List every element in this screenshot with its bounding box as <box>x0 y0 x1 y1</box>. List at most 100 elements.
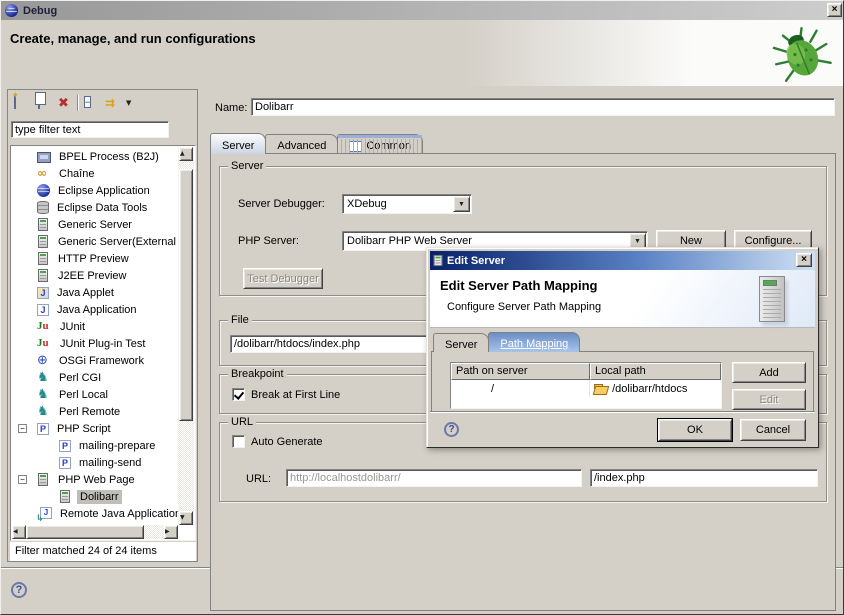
editor-tabs: Server Advanced Common <box>210 133 422 154</box>
horizontal-scrollbar-thumb[interactable] <box>26 525 144 539</box>
tree-item-generic-server[interactable]: Generic Server <box>11 216 178 233</box>
add-mapping-button[interactable]: Add <box>732 362 806 383</box>
tree-item-label: JUnit Plug-in Test <box>57 337 148 351</box>
chevron-down-icon[interactable]: ▼ <box>453 196 470 212</box>
url-path-input[interactable] <box>590 469 818 487</box>
help-icon[interactable]: ? <box>444 422 459 437</box>
tree-item-mailing-prepare[interactable]: mailing-prepare <box>11 437 178 454</box>
scroll-up-icon[interactable]: ▲ <box>179 147 193 161</box>
edit-server-tabs: Server Path Mapping <box>433 332 579 352</box>
base-url-input[interactable] <box>286 469 582 487</box>
tab-server[interactable]: Server <box>210 133 266 154</box>
scroll-left-icon[interactable]: ◀ <box>12 525 26 539</box>
tree-item-remote-java-application[interactable]: Remote Java Application <box>11 505 178 522</box>
name-input[interactable] <box>251 98 835 116</box>
break-first-line-checkbox[interactable] <box>232 388 245 401</box>
test-debugger-button[interactable]: Test Debugger <box>243 268 323 289</box>
tree-item-label: Perl Local <box>56 388 111 402</box>
path-mapping-row[interactable]: //dolibarr/htdocs <box>451 380 721 397</box>
tree-item-eclipse-data-tools[interactable]: Eclipse Data Tools <box>11 199 178 216</box>
tab-common[interactable]: Common <box>337 134 423 154</box>
perl-icon <box>37 405 51 418</box>
tree-item-label: mailing-prepare <box>76 439 158 453</box>
tab-server-settings[interactable]: Server <box>433 333 489 352</box>
junit-icon <box>37 320 52 333</box>
duplicate-icon[interactable] <box>35 96 50 111</box>
vertical-scrollbar-thumb[interactable] <box>179 169 193 421</box>
tree-item-perl-remote[interactable]: Perl Remote <box>11 403 178 420</box>
menu-dropdown-icon[interactable]: ▼ <box>126 96 141 111</box>
server-icon <box>38 269 48 282</box>
tree-item-java-application[interactable]: Java Application <box>11 301 178 318</box>
tree-item-cha-ne[interactable]: Chaîne <box>11 165 178 182</box>
cancel-button[interactable]: Cancel <box>740 419 806 441</box>
vertical-scrollbar[interactable]: ▲ ▼ <box>178 147 194 525</box>
server-debugger-label: Server Debugger: <box>238 198 325 210</box>
table-icon <box>349 141 362 152</box>
tree-item-label: Dolibarr <box>77 490 122 504</box>
help-icon[interactable]: ? <box>11 582 27 598</box>
column-path-on-server[interactable]: Path on server <box>451 363 590 380</box>
php-icon <box>59 457 71 469</box>
new-config-icon[interactable] <box>14 96 29 111</box>
delete-icon[interactable]: ✖ <box>56 96 71 111</box>
tree-item-perl-cgi[interactable]: Perl CGI <box>11 369 178 386</box>
configurations-sidebar: ✖ − ⇉ ▼ BPEL Process (B2J)ChaîneEclipse … <box>7 89 198 562</box>
name-label: Name: <box>215 102 247 114</box>
php-icon <box>37 423 49 435</box>
tree-item-osgi-framework[interactable]: OSGi Framework <box>11 352 178 369</box>
type-filter-input[interactable] <box>11 121 169 138</box>
tree-item-php-script[interactable]: −PHP Script <box>11 420 178 437</box>
tree-item-mailing-send[interactable]: mailing-send <box>11 454 178 471</box>
horizontal-scrollbar[interactable]: ◀ ▶ <box>12 525 178 539</box>
page-title: Create, manage, and run configurations <box>10 31 256 46</box>
edit-mapping-button[interactable]: Edit <box>732 389 806 410</box>
server-icon <box>38 218 48 231</box>
tree-item-http-preview[interactable]: HTTP Preview <box>11 250 178 267</box>
collapse-expander-icon[interactable]: − <box>18 475 27 484</box>
java-icon <box>37 304 49 316</box>
collapse-expander-icon[interactable]: − <box>18 424 27 433</box>
sidebar-toolbar: ✖ − ⇉ ▼ <box>10 91 141 115</box>
filter-icon[interactable]: ⇉ <box>105 96 120 111</box>
junit-icon <box>37 337 52 350</box>
tree-item-label: Perl Remote <box>56 405 123 419</box>
tree-item-j2ee-preview[interactable]: J2EE Preview <box>11 267 178 284</box>
tree-item-label: BPEL Process (B2J) <box>56 150 162 164</box>
eclipse-logo-icon <box>5 4 18 17</box>
tree-item-junit-plug-in-test[interactable]: JUnit Plug-in Test <box>11 335 178 352</box>
tree-item-dolibarr[interactable]: Dolibarr <box>11 488 178 505</box>
window-titlebar[interactable]: Debug × <box>1 1 844 20</box>
scroll-right-icon[interactable]: ▶ <box>164 525 178 539</box>
server-debugger-select[interactable]: XDebug ▼ <box>342 194 472 214</box>
scroll-down-icon[interactable]: ▼ <box>179 511 193 525</box>
folder-icon <box>594 384 608 394</box>
tab-path-mapping[interactable]: Path Mapping <box>488 332 580 352</box>
tree-item-generic-server-external-la[interactable]: Generic Server(External La <box>11 233 178 250</box>
column-local-path[interactable]: Local path <box>590 363 721 380</box>
tree-item-java-applet[interactable]: Java Applet <box>11 284 178 301</box>
tab-advanced[interactable]: Advanced <box>265 134 338 154</box>
tree-item-label: Eclipse Data Tools <box>54 201 150 215</box>
tree-item-bpel-process-b2j[interactable]: BPEL Process (B2J) <box>11 148 178 165</box>
tree-item-label: JUnit <box>57 320 88 334</box>
tree-item-label: Chaîne <box>56 167 97 181</box>
tree-item-label: mailing-send <box>76 456 144 470</box>
tree-item-label: OSGi Framework <box>56 354 147 368</box>
break-first-line-label: Break at First Line <box>251 389 340 401</box>
perl-icon <box>37 388 51 401</box>
tree-item-eclipse-application[interactable]: Eclipse Application <box>11 182 178 199</box>
path-on-server-cell: / <box>451 380 590 397</box>
bpel-icon <box>37 152 51 163</box>
tree-item-perl-local[interactable]: Perl Local <box>11 386 178 403</box>
tree-item-junit[interactable]: JUnit <box>11 318 178 335</box>
close-dialog-button[interactable]: × <box>796 253 812 267</box>
filter-status: Filter matched 24 of 24 items <box>10 542 196 561</box>
path-mapping-table[interactable]: Path on server Local path //dolibarr/htd… <box>450 362 722 409</box>
auto-generate-checkbox[interactable] <box>232 435 245 448</box>
close-window-button[interactable]: × <box>827 3 842 17</box>
edit-server-titlebar[interactable]: Edit Server × <box>430 251 815 270</box>
collapse-all-icon[interactable]: − <box>84 96 99 111</box>
tree-item-php-web-page[interactable]: −PHP Web Page <box>11 471 178 488</box>
ok-button[interactable]: OK <box>658 419 732 441</box>
